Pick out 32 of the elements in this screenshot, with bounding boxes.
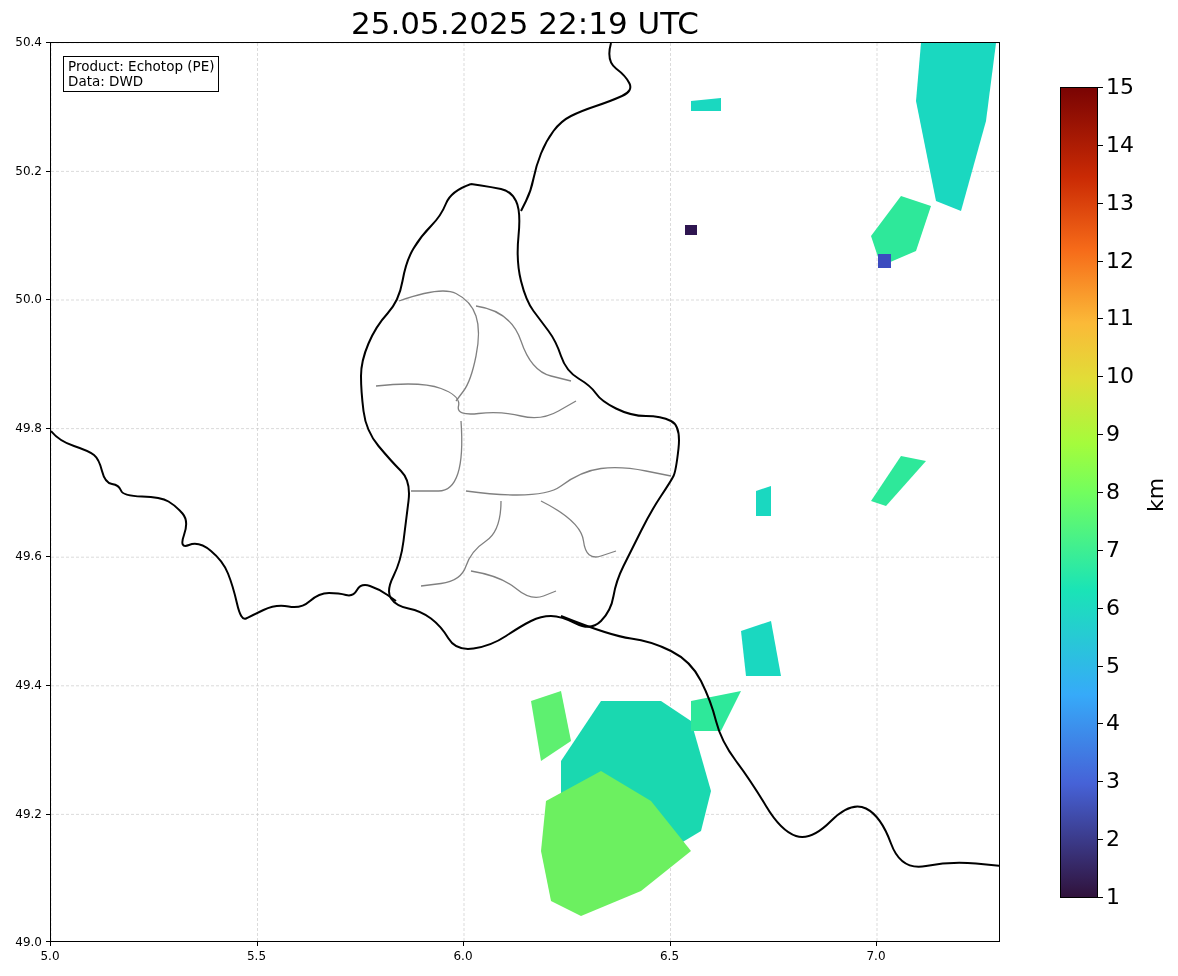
colorbar-tick-label: 7 <box>1106 536 1120 563</box>
legend-text: Product: Echotop (PE) <box>68 59 215 74</box>
axis-tick-label: 5.0 <box>40 949 60 963</box>
axis-tick-label: 7.0 <box>866 949 886 963</box>
colorbar-tick-label: 11 <box>1106 305 1134 332</box>
colorbar-tick-label: 14 <box>1106 131 1134 158</box>
axis-tick-label: 49.0 <box>15 935 42 950</box>
chart-title: 25.05.2025 22:19 UTC <box>351 4 699 42</box>
colorbar-tick-label: 6 <box>1106 594 1120 621</box>
colorbar-tick-label: 8 <box>1106 479 1120 505</box>
axis-tick-label: 49.8 <box>15 420 42 435</box>
axis-tick-label: 50.2 <box>15 163 42 178</box>
colorbar-label: km <box>1143 477 1169 512</box>
axis-tick-label: 49.2 <box>15 806 42 821</box>
colorbar-tick-label: 9 <box>1106 421 1120 448</box>
colorbar-tick-label: 12 <box>1106 247 1134 274</box>
legend-text: Data: DWD <box>68 74 144 89</box>
axis-tick-label: 49.4 <box>15 678 42 692</box>
axis-tick-label: 6.0 <box>453 949 473 963</box>
axis-tick-label: 5.5 <box>246 949 267 963</box>
colorbar-tick-label: 1 <box>1106 884 1120 910</box>
colorbar-tick-label: 10 <box>1106 363 1134 390</box>
colorbar-tick-label: 13 <box>1106 189 1134 216</box>
colorbar-tick-label: 2 <box>1106 826 1120 853</box>
colorbar-tick-label: 4 <box>1106 710 1120 737</box>
axis-tick-label: 6.5 <box>659 949 680 963</box>
colorbar-tick-label: 15 <box>1106 74 1134 100</box>
axis-tick-label: 50.0 <box>15 292 42 307</box>
axis-tick-label: 50.4 <box>15 35 42 49</box>
colorbar-tick-label: 5 <box>1106 652 1120 679</box>
axis-tick-label: 49.6 <box>15 549 42 564</box>
colorbar-tick-label: 3 <box>1106 768 1120 795</box>
